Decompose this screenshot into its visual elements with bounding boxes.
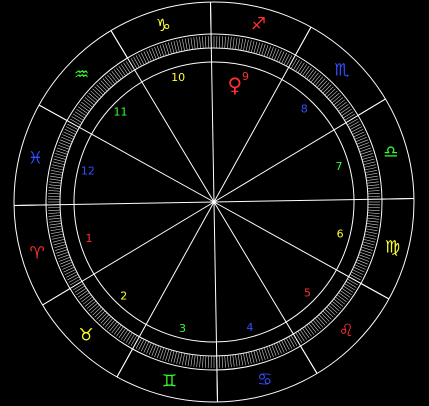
virgo-icon: ♍ <box>385 238 400 258</box>
house-number-10: 10 <box>171 71 185 84</box>
venus-icon: ♀ <box>228 73 243 97</box>
planet-layer: ♀ <box>228 73 243 97</box>
capricorn-icon: ♑ <box>156 16 171 36</box>
taurus-icon: ♉ <box>79 325 94 345</box>
cancer-icon: ♋ <box>257 370 272 390</box>
aquarius-icon: ♒ <box>74 65 89 85</box>
house-number-6: 6 <box>337 227 344 240</box>
house-number-11: 11 <box>113 106 127 119</box>
house-number-5: 5 <box>304 286 311 299</box>
house-number-9: 9 <box>242 70 249 83</box>
aries-icon: ♈ <box>30 244 45 264</box>
pisces-icon: ♓ <box>28 148 43 168</box>
house-number-4: 4 <box>246 321 253 334</box>
house-number-12: 12 <box>81 165 95 178</box>
natal-chart-wheel: ♈♉♊ ♋♌♍♎♏♐♑♒♓ 123 456789101112 ♀ <box>0 0 429 406</box>
house-number-8: 8 <box>301 102 308 115</box>
gemini-icon: ♊ <box>162 372 177 392</box>
leo-icon: ♌ <box>339 321 354 341</box>
house-number-7: 7 <box>335 160 342 173</box>
libra-icon: ♎ <box>383 142 398 162</box>
house-number-3: 3 <box>179 322 186 335</box>
scorpio-icon: ♏ <box>334 61 349 81</box>
house-number-2: 2 <box>120 290 127 303</box>
house-number-1: 1 <box>86 232 93 245</box>
sagittarius-icon: ♐ <box>251 14 266 34</box>
